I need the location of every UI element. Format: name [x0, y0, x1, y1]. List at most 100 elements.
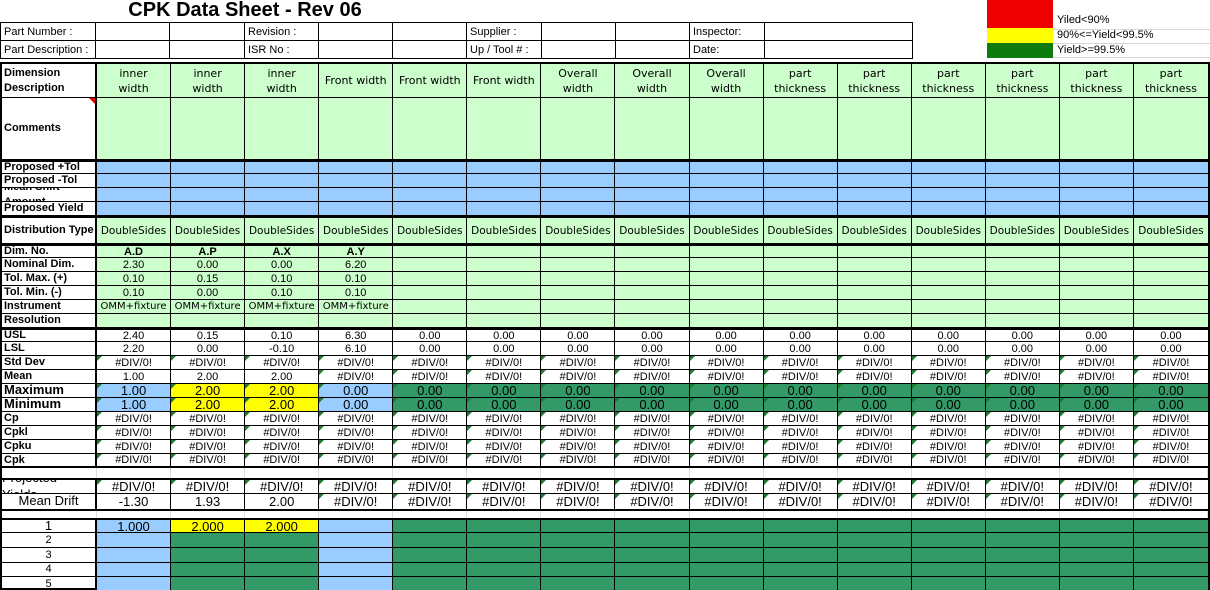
- cell-proposed-minus-tol-c3[interactable]: [245, 174, 319, 188]
- cell-mean-drift-c15[interactable]: #DIV/0!: [1134, 494, 1208, 511]
- header-value-0-1-0[interactable]: [319, 23, 393, 41]
- cell-cpk-c7[interactable]: #DIV/0!: [541, 454, 615, 468]
- cell-sample-3-c7[interactable]: [541, 548, 615, 563]
- cell-projected-yields-c13[interactable]: #DIV/0!: [986, 480, 1060, 494]
- cell-maximum-c1[interactable]: 1.00: [97, 384, 171, 398]
- cell-sample-5-c15[interactable]: [1134, 577, 1208, 590]
- cell-distribution-type-c9[interactable]: DoubleSides: [690, 218, 764, 244]
- cell-proposed-plus-tol-c15[interactable]: [1134, 162, 1208, 174]
- column-header-7[interactable]: Overall width: [541, 64, 615, 98]
- cell-std-dev-c2[interactable]: #DIV/0!: [171, 356, 245, 370]
- cell-proposed-yield-c10[interactable]: [764, 202, 838, 216]
- cell-cpkl-c5[interactable]: #DIV/0!: [393, 426, 467, 440]
- cell-cpk-c15[interactable]: #DIV/0!: [1134, 454, 1208, 468]
- cell-mean-shift-amount-c12[interactable]: [912, 188, 986, 202]
- cell-mean-shift-amount-c15[interactable]: [1134, 188, 1208, 202]
- cell-tol-max-c5[interactable]: [393, 272, 467, 286]
- cell-sample-5-c4[interactable]: [319, 577, 393, 590]
- cell-lsl-c5[interactable]: 0.00: [393, 342, 467, 356]
- header-value-0-1-1[interactable]: [393, 23, 467, 41]
- cell-sample-5-c14[interactable]: [1060, 577, 1134, 590]
- cell-nominal-dim-c12[interactable]: [912, 258, 986, 272]
- cell-comments-c6[interactable]: [467, 98, 541, 160]
- header-value-1-1-1[interactable]: [393, 41, 467, 59]
- row-label-sample-5[interactable]: 5: [2, 577, 97, 590]
- column-header-13[interactable]: part thickness: [986, 64, 1060, 98]
- cell-maximum-c3[interactable]: 2.00: [245, 384, 319, 398]
- cell-cpkl-c15[interactable]: #DIV/0!: [1134, 426, 1208, 440]
- cell-maximum-c14[interactable]: 0.00: [1060, 384, 1134, 398]
- cell-sample-1-c14[interactable]: [1060, 520, 1134, 533]
- cell-mean-drift-c13[interactable]: #DIV/0!: [986, 494, 1060, 511]
- cell-comments-c14[interactable]: [1060, 98, 1134, 160]
- cell-comments-c7[interactable]: [541, 98, 615, 160]
- cell-sample-2-c10[interactable]: [764, 533, 838, 548]
- cell-proposed-plus-tol-c2[interactable]: [171, 162, 245, 174]
- cell-mean-c7[interactable]: #DIV/0!: [541, 370, 615, 384]
- cell-proposed-plus-tol-c14[interactable]: [1060, 162, 1134, 174]
- cell-proposed-plus-tol-c13[interactable]: [986, 162, 1060, 174]
- cell-minimum-c8[interactable]: 0.00: [615, 398, 689, 412]
- cell-proposed-yield-c5[interactable]: [393, 202, 467, 216]
- cell-proposed-minus-tol-c7[interactable]: [541, 174, 615, 188]
- cell-proposed-plus-tol-c8[interactable]: [615, 162, 689, 174]
- cell-usl-c15[interactable]: 0.00: [1134, 330, 1208, 342]
- cell-instrument-c3[interactable]: OMM+fixture: [245, 300, 319, 314]
- cell-nominal-dim-c5[interactable]: [393, 258, 467, 272]
- cell-cpku-c1[interactable]: #DIV/0!: [97, 440, 171, 454]
- cell-std-dev-c3[interactable]: #DIV/0!: [245, 356, 319, 370]
- cell-lsl-c1[interactable]: 2.20: [97, 342, 171, 356]
- cell-mean-drift-c8[interactable]: #DIV/0!: [615, 494, 689, 511]
- cell-projected-yields-c4[interactable]: #DIV/0!: [319, 480, 393, 494]
- cell-std-dev-c13[interactable]: #DIV/0!: [986, 356, 1060, 370]
- cell-mean-shift-amount-c4[interactable]: [319, 188, 393, 202]
- row-label-sample-4[interactable]: 4: [2, 563, 97, 577]
- cell-cpku-c12[interactable]: #DIV/0!: [912, 440, 986, 454]
- cell-sample-4-c10[interactable]: [764, 563, 838, 577]
- cell-cp-c6[interactable]: #DIV/0!: [467, 412, 541, 426]
- column-header-4[interactable]: Front width: [319, 64, 393, 98]
- cell-distribution-type-c7[interactable]: DoubleSides: [541, 218, 615, 244]
- cell-maximum-c12[interactable]: 0.00: [912, 384, 986, 398]
- cell-resolution-c7[interactable]: [541, 314, 615, 328]
- cell-mean-shift-amount-c9[interactable]: [690, 188, 764, 202]
- cell-mean-c10[interactable]: #DIV/0!: [764, 370, 838, 384]
- cell-distribution-type-c10[interactable]: DoubleSides: [764, 218, 838, 244]
- cell-projected-yields-c15[interactable]: #DIV/0!: [1134, 480, 1208, 494]
- cell-mean-shift-amount-c10[interactable]: [764, 188, 838, 202]
- cell-cpku-c9[interactable]: #DIV/0!: [690, 440, 764, 454]
- cell-sample-5-c13[interactable]: [986, 577, 1060, 590]
- cell-cpku-c2[interactable]: #DIV/0!: [171, 440, 245, 454]
- row-label-cpkl[interactable]: Cpkl: [2, 426, 97, 440]
- column-header-2[interactable]: inner width: [171, 64, 245, 98]
- cell-proposed-minus-tol-c15[interactable]: [1134, 174, 1208, 188]
- cell-cpk-c2[interactable]: #DIV/0!: [171, 454, 245, 468]
- column-header-3[interactable]: inner width: [245, 64, 319, 98]
- cell-usl-c10[interactable]: 0.00: [764, 330, 838, 342]
- cell-proposed-plus-tol-c1[interactable]: [97, 162, 171, 174]
- cell-usl-c2[interactable]: 0.15: [171, 330, 245, 342]
- column-header-6[interactable]: Front width: [467, 64, 541, 98]
- row-label-cpk[interactable]: Cpk: [2, 454, 97, 468]
- cell-dim-no-c3[interactable]: A.X: [245, 246, 319, 258]
- cell-proposed-yield-c4[interactable]: [319, 202, 393, 216]
- cell-comments-c3[interactable]: [245, 98, 319, 160]
- cell-sample-4-c4[interactable]: [319, 563, 393, 577]
- cell-sample-4-c7[interactable]: [541, 563, 615, 577]
- cell-nominal-dim-c6[interactable]: [467, 258, 541, 272]
- header-value-0-0-0[interactable]: [96, 23, 170, 41]
- cell-distribution-type-c14[interactable]: DoubleSides: [1060, 218, 1134, 244]
- cell-mean-c14[interactable]: #DIV/0!: [1060, 370, 1134, 384]
- cell-mean-shift-amount-c14[interactable]: [1060, 188, 1134, 202]
- cell-dim-no-c8[interactable]: [615, 246, 689, 258]
- cell-mean-drift-c1[interactable]: -1.30: [97, 494, 171, 511]
- cell-minimum-c12[interactable]: 0.00: [912, 398, 986, 412]
- cell-sample-5-c7[interactable]: [541, 577, 615, 590]
- cell-sample-1-c13[interactable]: [986, 520, 1060, 533]
- cell-resolution-c3[interactable]: [245, 314, 319, 328]
- cell-proposed-yield-c14[interactable]: [1060, 202, 1134, 216]
- cell-cpk-c3[interactable]: #DIV/0!: [245, 454, 319, 468]
- cell-dim-no-c14[interactable]: [1060, 246, 1134, 258]
- cell-sample-3-c11[interactable]: [838, 548, 912, 563]
- cell-cpku-c14[interactable]: #DIV/0!: [1060, 440, 1134, 454]
